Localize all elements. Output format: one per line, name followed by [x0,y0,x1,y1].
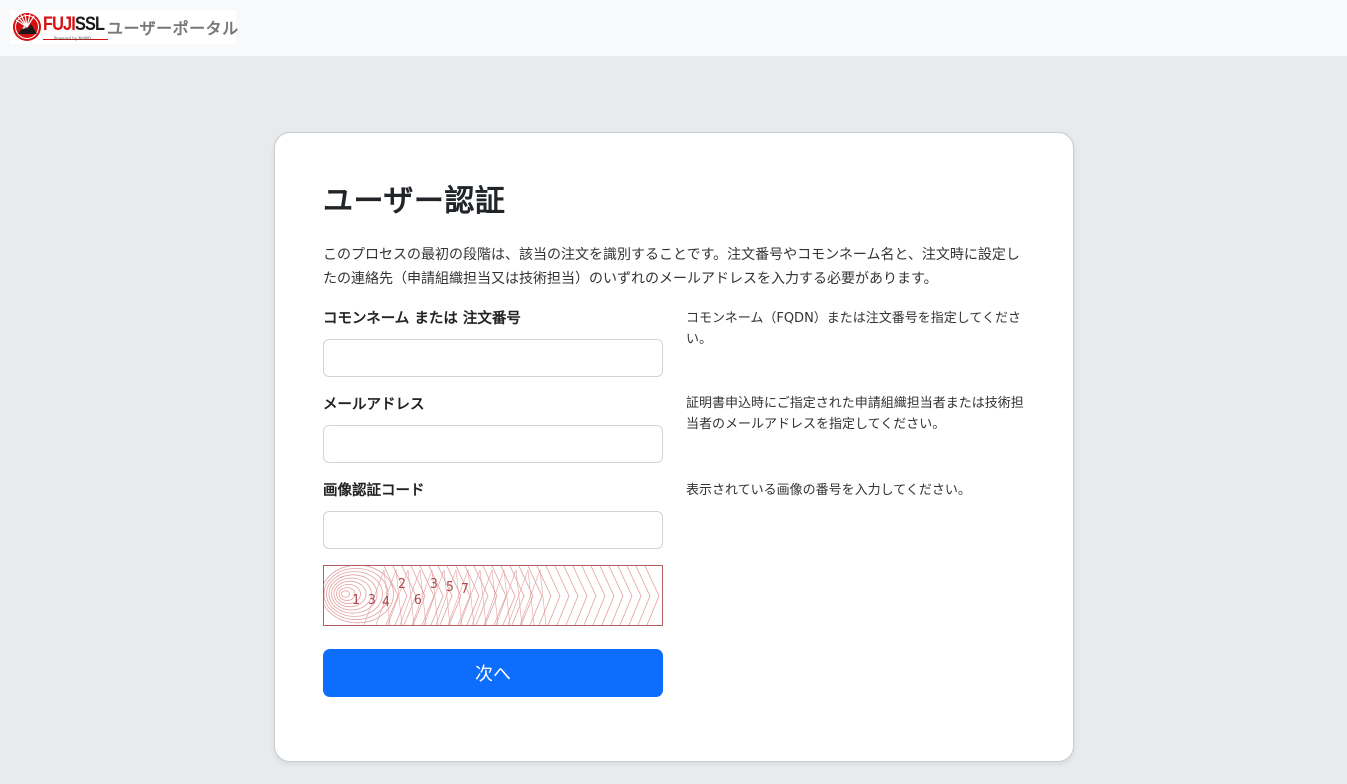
captcha-noise [599,565,615,626]
captcha-noise [341,590,350,598]
captcha-noise [545,565,561,626]
brand-ssl-text: SSL [74,13,105,35]
captcha-noise [608,565,624,626]
captcha-noise [437,565,453,626]
captcha-noise [626,565,642,626]
auth-card: ユーザー認証 このプロセスの最初の段階は、該当の注文を識別することです。注文番号… [274,132,1074,762]
captcha-noise [554,565,570,626]
captcha-noise [581,565,597,626]
captcha-noise [644,565,660,626]
next-button[interactable]: 次へ [323,649,663,697]
common-name-label: コモンネーム または 注文番号 [323,311,521,327]
captcha-noise [392,565,408,626]
captcha-digit: 1 [352,593,360,608]
captcha-noise [617,565,633,626]
fujissl-logo[interactable]: FUJISSL Powered by NUMO ユーザーポータル [10,10,239,44]
captcha-digit: 2 [398,577,406,592]
captcha-noise [428,565,444,626]
email-help: 証明書申込時にご指定された申請組織担当者または技術担当者のメールアドレスを指定し… [686,396,1024,432]
captcha-noise [590,565,606,626]
powered-by-text: Powered by NUMO [54,36,91,41]
captcha-digit: 3 [368,593,376,608]
captcha-digit: 6 [414,593,422,608]
common-name-input[interactable] [323,339,663,377]
captcha-digit: 5 [446,580,454,595]
captcha-digit: 4 [382,595,390,610]
captcha-digit: 3 [430,577,438,592]
top-navbar: FUJISSL Powered by NUMO ユーザーポータル [0,0,1347,56]
fujissl-emblem-icon [12,12,42,42]
email-label: メールアドレス [323,397,425,413]
captcha-noise [563,565,579,626]
captcha-digit: 7 [461,582,469,597]
captcha-noise [635,565,651,626]
email-input[interactable] [323,425,663,463]
captcha-noise [473,565,489,626]
brand-fuji-text: FUJI [43,13,76,35]
captcha-label: 画像認証コード [323,483,425,499]
captcha-noise [536,565,552,626]
common-name-help: コモンネーム（FQDN）または注文番号を指定してください。 [686,311,1022,347]
portal-title: ユーザーポータル [107,19,239,38]
captcha-help: 表示されている画像の番号を入力してください。 [686,483,971,498]
page-title: ユーザー認証 [323,184,506,219]
captcha-image: 13426357 [321,564,663,626]
captcha-noise [509,565,525,626]
captcha-input[interactable] [323,511,663,549]
intro-text: このプロセスの最初の段階は、該当の注文を識別することです。注文番号やコモンネーム… [323,247,1020,287]
captcha-noise [527,565,543,626]
captcha-noise [500,565,516,626]
brand-wordmark: FUJISSL [43,13,105,35]
captcha-noise [572,565,588,626]
